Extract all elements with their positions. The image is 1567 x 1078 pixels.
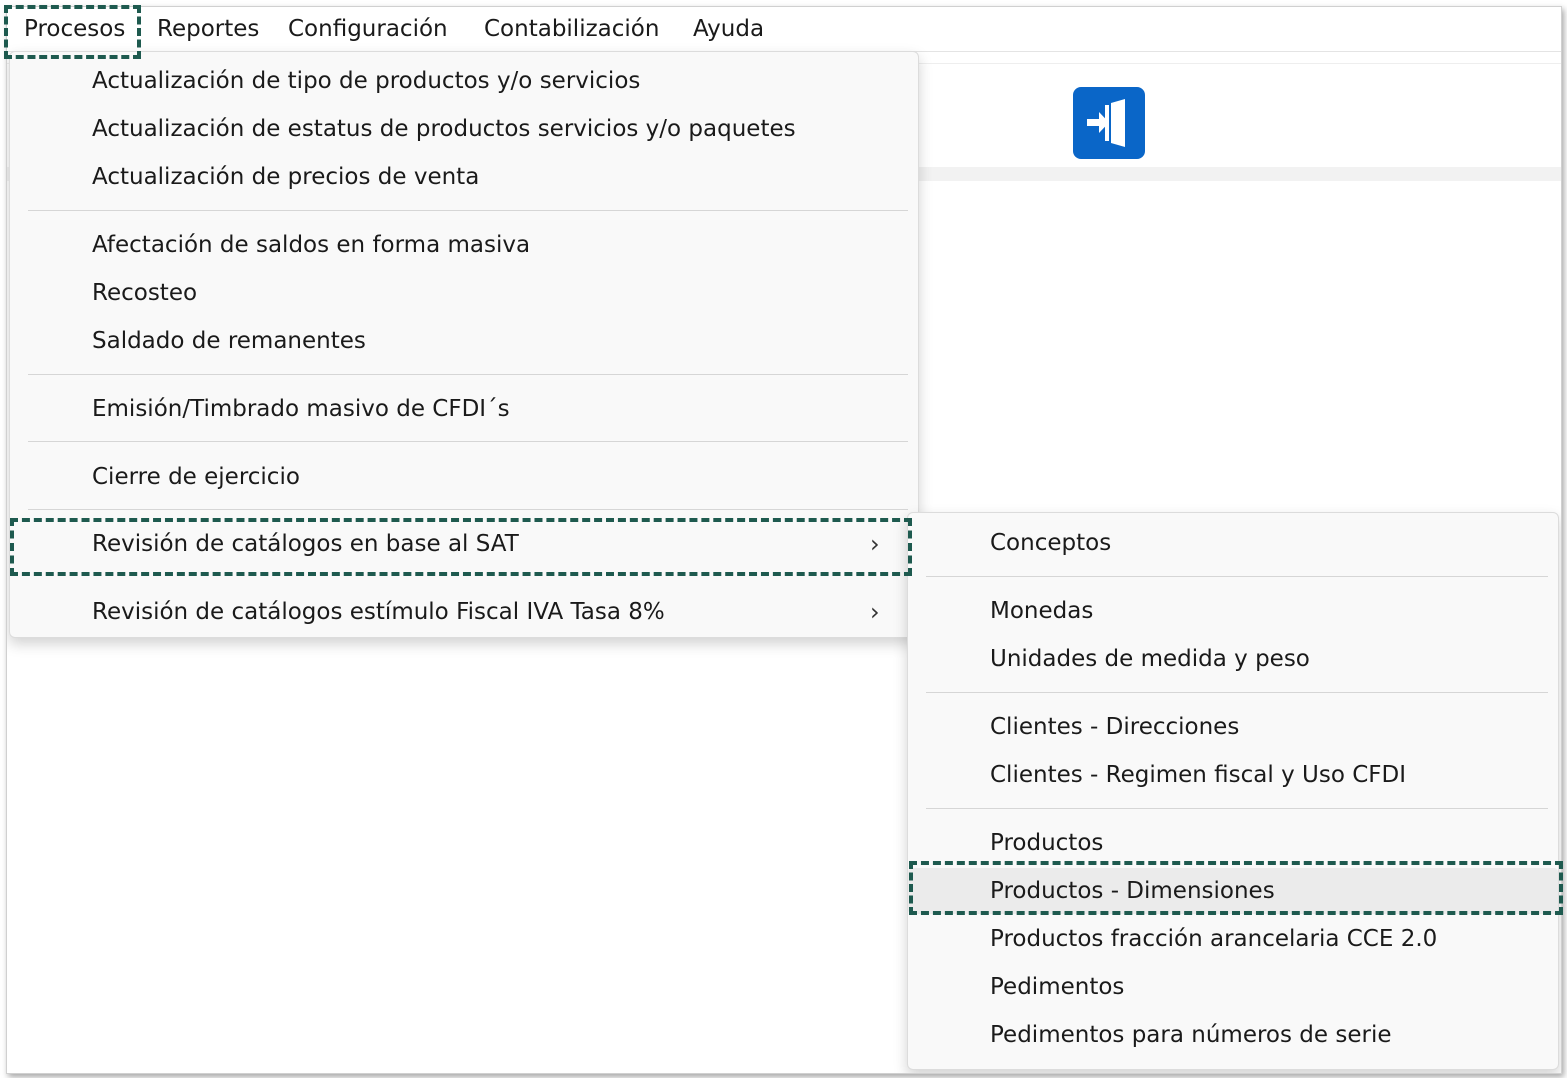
menu-item-label: Productos fracción arancelaria CCE 2.0 [990, 926, 1438, 952]
menu-item-saldado-remanentes[interactable]: Saldado de remanentes [10, 318, 918, 364]
menu-item-revision-estimulo-fiscal[interactable]: Revisión de catálogos estímulo Fiscal IV… [10, 589, 918, 635]
menu-item-label: Unidades de medida y peso [990, 646, 1310, 672]
menu-item-label: Revisión de catálogos estímulo Fiscal IV… [92, 599, 665, 625]
menu-separator [28, 509, 908, 510]
menu-procesos[interactable]: Procesos [24, 15, 125, 43]
menu-bar: Procesos Reportes Configuración Contabil… [7, 7, 1561, 52]
exit-button[interactable] [1073, 87, 1145, 159]
menu-item-label: Productos [990, 830, 1104, 856]
menu-item-label: Emisión/Timbrado masivo de CFDI´s [92, 396, 510, 422]
menu-item-label: Clientes - Direcciones [990, 714, 1240, 740]
exit-door-icon [1087, 99, 1125, 147]
menu-ayuda[interactable]: Ayuda [693, 15, 764, 43]
menu-reportes[interactable]: Reportes [157, 15, 259, 43]
menu-separator [28, 210, 908, 211]
menu-separator [926, 576, 1548, 577]
menu-item-emision-timbrado[interactable]: Emisión/Timbrado masivo de CFDI´s [10, 386, 918, 432]
menu-item-label: Revisión de catálogos en base al SAT [92, 531, 519, 557]
menu-configuracion[interactable]: Configuración [288, 15, 448, 43]
menu-item-label: Actualización de estatus de productos se… [92, 116, 796, 142]
menu-item-label: Monedas [990, 598, 1094, 624]
submenu-item-clientes-regimen[interactable]: Clientes - Regimen fiscal y Uso CFDI [908, 752, 1558, 798]
menu-item-actualizacion-tipo[interactable]: Actualización de tipo de productos y/o s… [10, 58, 918, 104]
menu-item-revision-catalogos-sat[interactable]: Revisión de catálogos en base al SAT › [10, 521, 918, 567]
menu-item-label: Pedimentos [990, 974, 1125, 1000]
submenu-item-monedas[interactable]: Monedas [908, 588, 1558, 634]
menu-item-afectacion-saldos[interactable]: Afectación de saldos en forma masiva [10, 222, 918, 268]
chevron-right-icon: › [870, 598, 880, 626]
menu-item-label: Pedimentos para números de serie [990, 1022, 1392, 1048]
menu-item-actualizacion-precios[interactable]: Actualización de precios de venta [10, 154, 918, 200]
procesos-menu: Actualización de tipo de productos y/o s… [9, 51, 919, 638]
menu-item-label: Conceptos [990, 530, 1112, 556]
menu-item-actualizacion-estatus[interactable]: Actualización de estatus de productos se… [10, 106, 918, 152]
submenu-item-productos[interactable]: Productos [908, 820, 1558, 866]
submenu-item-conceptos[interactable]: Conceptos [908, 520, 1558, 566]
menu-item-label: Saldado de remanentes [92, 328, 366, 354]
menu-separator [28, 441, 908, 442]
menu-item-recosteo[interactable]: Recosteo [10, 270, 918, 316]
menu-separator [28, 374, 908, 375]
menu-item-label: Actualización de tipo de productos y/o s… [92, 68, 641, 94]
menu-item-label: Clientes - Regimen fiscal y Uso CFDI [990, 762, 1406, 788]
submenu-item-productos-fraccion[interactable]: Productos fracción arancelaria CCE 2.0 [908, 916, 1558, 962]
menu-item-label: Recosteo [92, 280, 198, 306]
menu-item-label: Cierre de ejercicio [92, 464, 300, 490]
menu-item-label: Actualización de precios de venta [92, 164, 480, 190]
menu-separator [926, 692, 1548, 693]
menu-contabilizacion[interactable]: Contabilización [484, 15, 659, 43]
app-window: Procesos Reportes Configuración Contabil… [6, 6, 1562, 1074]
chevron-right-icon: › [870, 530, 880, 558]
submenu-item-pedimentos-series[interactable]: Pedimentos para números de serie [908, 1012, 1558, 1058]
menu-item-cierre-ejercicio[interactable]: Cierre de ejercicio [10, 454, 918, 500]
submenu-item-unidades[interactable]: Unidades de medida y peso [908, 636, 1558, 682]
menu-separator [926, 808, 1548, 809]
menu-item-label: Productos - Dimensiones [990, 878, 1275, 904]
submenu-item-productos-dimensiones[interactable]: Productos - Dimensiones [908, 868, 1558, 914]
sat-submenu: Conceptos Monedas Unidades de medida y p… [907, 512, 1559, 1070]
submenu-item-pedimentos[interactable]: Pedimentos [908, 964, 1558, 1010]
menu-item-label: Afectación de saldos en forma masiva [92, 232, 531, 258]
submenu-item-clientes-direcciones[interactable]: Clientes - Direcciones [908, 704, 1558, 750]
